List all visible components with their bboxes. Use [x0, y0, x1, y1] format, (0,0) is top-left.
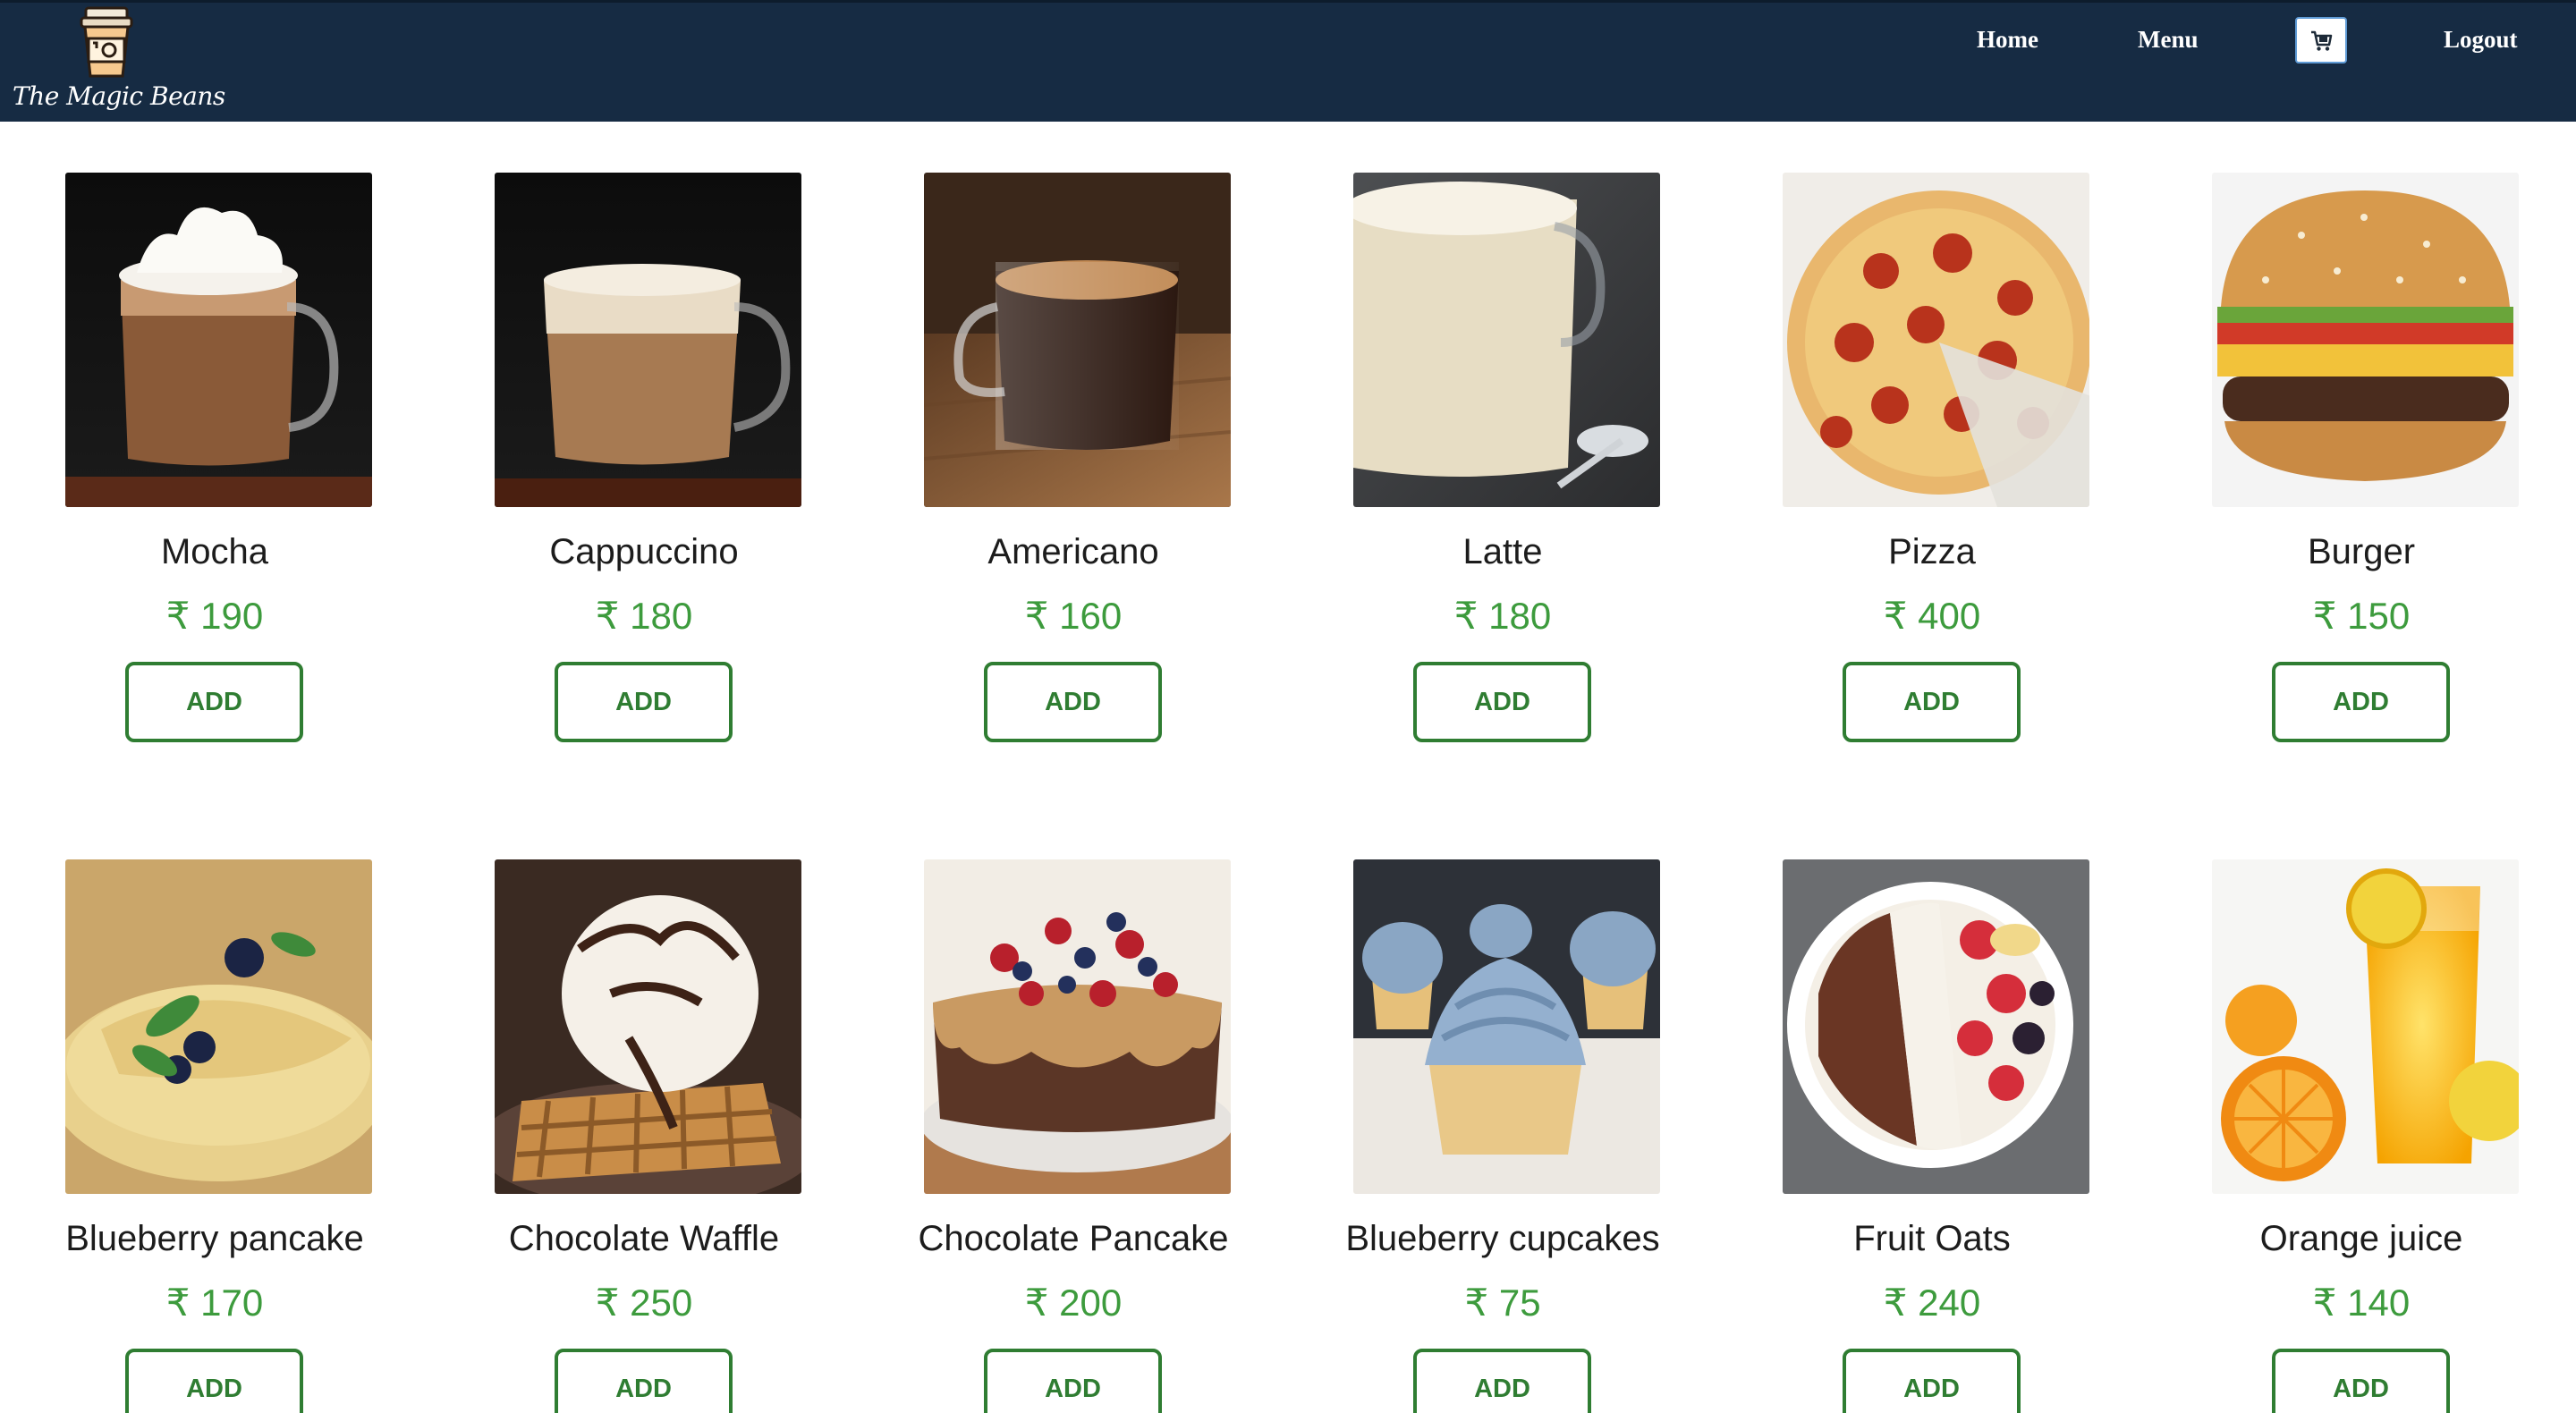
burger-photo — [2212, 173, 2519, 507]
item-name: Blueberry pancake — [65, 1219, 364, 1258]
blueberry-pancake-photo — [65, 859, 372, 1194]
item-price: ₹ 160 — [1024, 595, 1123, 637]
add-button[interactable]: ADD — [555, 1349, 733, 1413]
cappuccino-photo — [495, 173, 801, 507]
add-button[interactable]: ADD — [2272, 1349, 2450, 1413]
add-button[interactable]: ADD — [984, 662, 1162, 742]
menu-card: Mocha ₹ 190 ADD — [0, 122, 429, 783]
navbar: The Magic Beans Home Menu Logout — [0, 0, 2576, 122]
menu-card: Chocolate Waffle ₹ 250 ADD — [429, 808, 859, 1413]
menu-card: Blueberry cupcakes ₹ 75 ADD — [1288, 808, 1717, 1413]
add-button[interactable]: ADD — [555, 662, 733, 742]
add-button[interactable]: ADD — [1843, 662, 2021, 742]
chocolate-waffle-photo — [495, 859, 801, 1194]
menu-grid: Mocha ₹ 190 ADD Cappuccino ₹ 180 ADD Ame… — [0, 122, 2576, 1413]
add-button[interactable]: ADD — [125, 1349, 303, 1413]
menu-card: Blueberry pancake ₹ 170 ADD — [0, 808, 429, 1413]
nav-menu-link[interactable]: Menu — [2138, 26, 2199, 54]
coffee-cup-logo-icon — [80, 6, 133, 78]
orange-juice-photo — [2212, 859, 2519, 1194]
item-price: ₹ 170 — [165, 1282, 264, 1324]
mocha-photo — [65, 173, 372, 507]
chocolate-pancake-photo — [924, 859, 1231, 1194]
add-button[interactable]: ADD — [984, 1349, 1162, 1413]
add-button[interactable]: ADD — [1413, 662, 1591, 742]
item-price: ₹ 400 — [1883, 595, 1981, 637]
item-price: ₹ 190 — [165, 595, 264, 637]
add-button[interactable]: ADD — [2272, 662, 2450, 742]
item-price: ₹ 180 — [595, 595, 693, 637]
americano-photo — [924, 173, 1231, 507]
item-name: Mocha — [160, 532, 269, 571]
menu-card: Burger ₹ 150 ADD — [2147, 122, 2576, 783]
pizza-photo — [1783, 173, 2089, 507]
brand-name: The Magic Beans — [13, 81, 225, 111]
latte-photo — [1353, 173, 1660, 507]
item-name: Chocolate Waffle — [508, 1219, 780, 1258]
menu-card: Americano ₹ 160 ADD — [859, 122, 1288, 783]
cart-button[interactable] — [2295, 17, 2347, 63]
menu-card: Pizza ₹ 400 ADD — [1717, 122, 2147, 783]
item-price: ₹ 240 — [1883, 1282, 1981, 1324]
item-name: Fruit Oats — [1853, 1219, 2011, 1258]
add-button[interactable]: ADD — [1413, 1349, 1591, 1413]
item-name: Pizza — [1888, 532, 1976, 571]
menu-card: Fruit Oats ₹ 240 ADD — [1717, 808, 2147, 1413]
nav-home-link[interactable]: Home — [1977, 26, 2038, 54]
item-price: ₹ 75 — [1464, 1282, 1541, 1324]
item-name: Burger — [2307, 532, 2416, 571]
menu-card: Chocolate Pancake ₹ 200 ADD — [859, 808, 1288, 1413]
item-price: ₹ 250 — [595, 1282, 693, 1324]
blueberry-cupcakes-photo — [1353, 859, 1660, 1194]
item-name: Cappuccino — [549, 532, 739, 571]
item-price: ₹ 200 — [1024, 1282, 1123, 1324]
item-price: ₹ 150 — [2312, 595, 2411, 637]
menu-card: Cappuccino ₹ 180 ADD — [429, 122, 859, 783]
item-name: Chocolate Pancake — [918, 1219, 1229, 1258]
item-name: Orange juice — [2259, 1219, 2463, 1258]
add-button[interactable]: ADD — [1843, 1349, 2021, 1413]
item-price: ₹ 180 — [1453, 595, 1552, 637]
menu-card: Orange juice ₹ 140 ADD — [2147, 808, 2576, 1413]
item-name: Americano — [987, 532, 1159, 571]
brand[interactable]: The Magic Beans — [11, 3, 225, 124]
item-price: ₹ 140 — [2312, 1282, 2411, 1324]
item-name: Blueberry cupcakes — [1345, 1219, 1660, 1258]
item-name: Latte — [1462, 532, 1543, 571]
add-button[interactable]: ADD — [125, 662, 303, 742]
nav-logout-link[interactable]: Logout — [2444, 26, 2518, 54]
menu-card: Latte ₹ 180 ADD — [1288, 122, 1717, 783]
cart-icon — [2311, 30, 2333, 51]
fruit-oats-photo — [1783, 859, 2089, 1194]
